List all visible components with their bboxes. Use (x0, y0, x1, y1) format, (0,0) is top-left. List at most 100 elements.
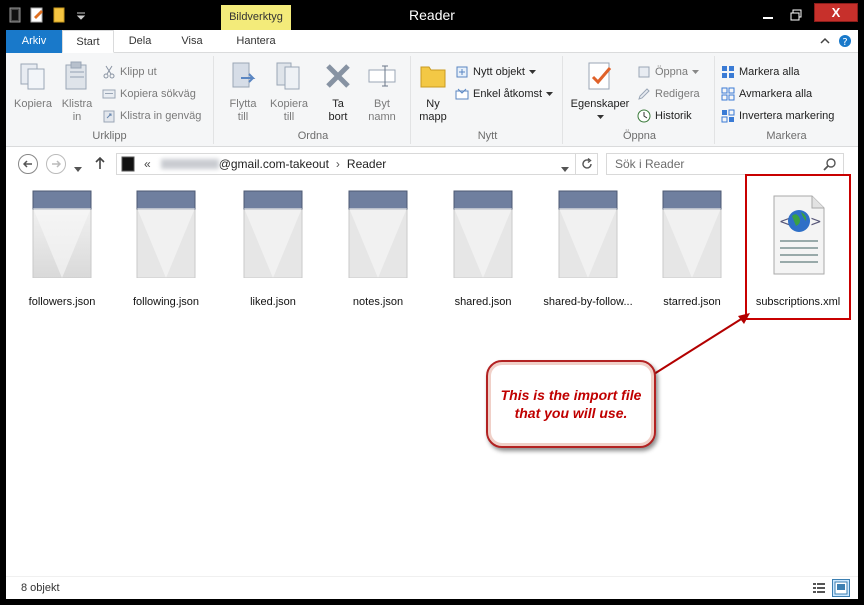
ta-bort-button[interactable]: Ta bort (318, 60, 358, 124)
klistra-in-button[interactable]: Klistra in (56, 60, 98, 124)
group-label-nytt: Nytt (477, 130, 498, 142)
tab-hantera[interactable]: Hantera (222, 30, 290, 53)
byt-namn-button[interactable]: Byt namn (362, 60, 402, 124)
kopiera-till-button[interactable]: Kopiera till (266, 60, 312, 124)
address-segment-takeout[interactable]: @gmail.com-takeout (219, 157, 329, 171)
refresh-button[interactable] (575, 154, 597, 174)
nytt-objekt-button[interactable]: Nytt objekt (455, 62, 536, 82)
search-box[interactable]: Sök i Reader (606, 153, 844, 175)
tab-visa[interactable]: Visa (166, 30, 218, 53)
generic-file-icon (136, 190, 196, 278)
edit-icon (638, 88, 650, 100)
back-button[interactable] (18, 154, 38, 174)
callout-line-1: This is the import file (500, 387, 642, 403)
status-bar: 8 objekt (6, 576, 858, 599)
address-history-button[interactable] (561, 161, 569, 175)
large-icons-view-button[interactable] (832, 579, 850, 597)
help-button[interactable]: ? (838, 34, 852, 48)
dropdown-arrow-icon (692, 69, 700, 74)
help-icon: ? (839, 35, 851, 48)
file-item[interactable]: followers.json (10, 186, 114, 314)
callout-annotation: This is the import file that you will us… (486, 360, 656, 448)
file-item[interactable]: starred.json (640, 186, 744, 314)
egenskaper-button[interactable]: Egenskaper (569, 60, 631, 124)
dropdown-arrow-icon (528, 69, 536, 74)
invertera-markering-button[interactable]: Invertera markering (721, 106, 834, 126)
search-icon[interactable] (823, 158, 836, 171)
oppna-button[interactable]: Öppna (637, 62, 700, 82)
navigation-bar: « @gmail.com-takeout › Reader Sök i Read… (6, 147, 858, 180)
kopiera-button[interactable]: Kopiera (12, 60, 54, 111)
blurred-username (160, 159, 219, 169)
arrow-up-icon (95, 156, 105, 169)
invert-selection-icon (721, 109, 735, 123)
ny-mapp-button[interactable]: Ny mapp (415, 60, 451, 124)
easy-access-icon (455, 88, 469, 100)
file-item[interactable]: shared.json (431, 186, 535, 314)
kopiera-sokvag-button[interactable]: Kopiera sökväg (102, 84, 196, 104)
forward-button[interactable] (46, 154, 66, 174)
address-segment-reader[interactable]: Reader (347, 157, 386, 171)
tab-arkiv[interactable]: Arkiv (6, 30, 62, 53)
file-name: liked.json (250, 296, 296, 308)
item-count: 8 objekt (21, 582, 60, 594)
markera-alla-button[interactable]: Markera alla (721, 62, 800, 82)
arrow-left-icon (23, 160, 32, 168)
file-item[interactable]: following.json (114, 186, 218, 314)
klipp-ut-button[interactable]: Klipp ut (102, 62, 157, 82)
paste-shortcut-icon (103, 110, 115, 123)
flytta-till-button[interactable]: Flytta till (222, 60, 264, 124)
enkel-atkomst-button[interactable]: Enkel åtkomst (455, 84, 554, 104)
explorer-window: Bildverktyg Reader X Arkiv Start Dela Vi… (0, 0, 864, 605)
file-name: notes.json (352, 296, 404, 308)
recent-locations-button[interactable] (74, 161, 82, 175)
address-separator: › (335, 157, 340, 171)
minimize-button[interactable] (756, 6, 780, 24)
group-label-ordna: Ordna (297, 130, 329, 142)
avmarkera-alla-button[interactable]: Avmarkera alla (721, 84, 812, 104)
ribbon: Kopiera Klistra in Klipp ut Kopiera sökv… (6, 53, 858, 147)
history-icon (637, 109, 651, 123)
highlight-box (745, 174, 851, 320)
dropdown-arrow-icon (596, 115, 604, 119)
group-ordna: Flytta till Kopiera till Ta bort Byt nam… (216, 56, 411, 144)
file-item[interactable]: notes.json (326, 186, 430, 314)
dropdown-arrow-icon (546, 91, 554, 96)
redigera-button[interactable]: Redigera (637, 84, 700, 104)
details-view-button[interactable] (810, 579, 828, 597)
chevron-down-icon (74, 167, 82, 172)
select-none-icon (721, 87, 735, 101)
file-name: shared.json (454, 296, 512, 308)
tab-start[interactable]: Start (62, 30, 114, 53)
generic-file-icon (662, 190, 722, 278)
rename-icon (368, 65, 396, 87)
close-icon: X (831, 5, 841, 20)
new-folder-icon (420, 66, 446, 88)
file-list[interactable]: followers.json following.json liked.json… (6, 174, 858, 576)
generic-file-icon (558, 190, 618, 278)
historik-button[interactable]: Historik (637, 106, 692, 126)
tab-dela[interactable]: Dela (114, 30, 166, 53)
callout-line-2: that you will use. (514, 405, 628, 421)
paste-icon (65, 61, 87, 90)
window-title: Reader (409, 7, 455, 23)
group-oppna: Egenskaper Öppna Redigera Historik Öppna (565, 56, 715, 144)
group-markera: Markera alla Avmarkera alla Invertera ma… (717, 56, 856, 144)
properties-icon (588, 62, 612, 90)
file-name: shared-by-follow... (543, 296, 633, 308)
collapse-ribbon-button[interactable] (818, 34, 832, 48)
file-item[interactable]: shared-by-follow... (536, 186, 640, 314)
file-item[interactable]: liked.json (221, 186, 325, 314)
group-label-oppna: Öppna (622, 130, 657, 142)
up-button[interactable] (94, 156, 106, 173)
refresh-icon (581, 158, 592, 169)
close-button[interactable]: X (814, 3, 858, 22)
search-placeholder: Sök i Reader (615, 157, 685, 171)
select-all-icon (722, 66, 734, 78)
klistra-genvag-button[interactable]: Klistra in genväg (102, 106, 201, 126)
minimize-icon (763, 17, 773, 19)
address-overflow[interactable]: « (144, 157, 151, 171)
maximize-button[interactable] (784, 6, 808, 24)
address-bar[interactable]: « @gmail.com-takeout › Reader (116, 153, 598, 175)
generic-file-icon (243, 190, 303, 278)
